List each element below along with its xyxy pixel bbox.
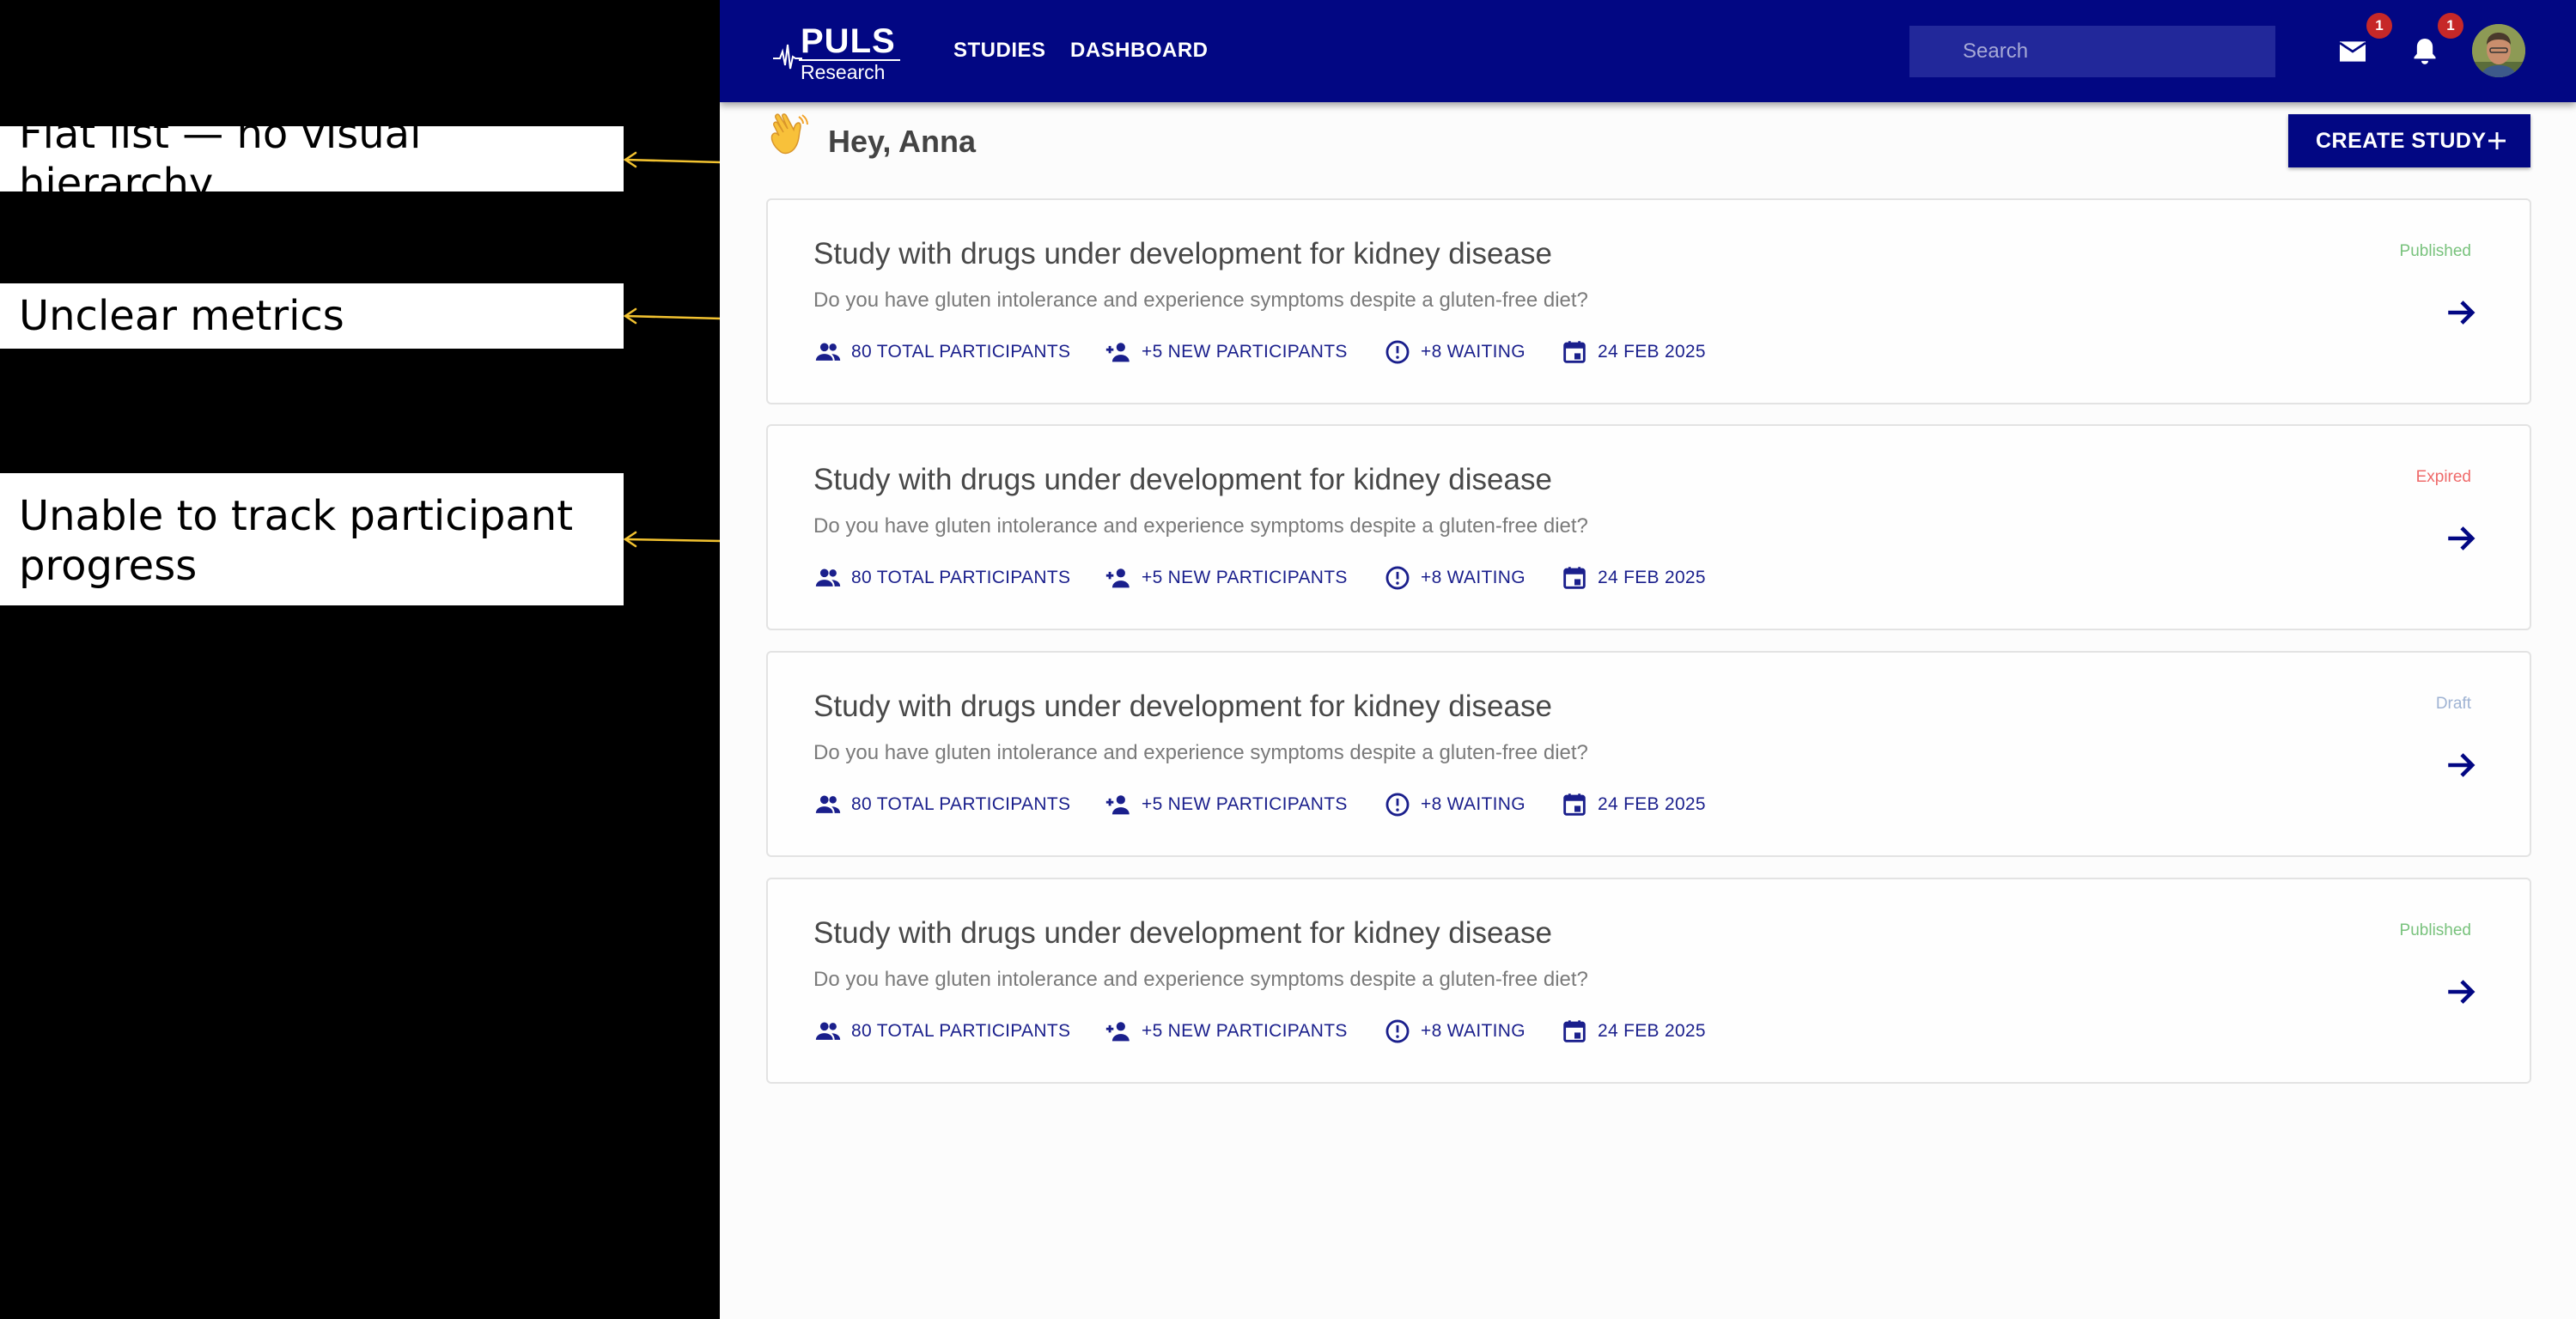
- create-study-button[interactable]: CREATE STUDY: [2288, 114, 2530, 167]
- annotation-flat-list: Flat list — no visual hierarchy: [0, 110, 624, 208]
- metric-waiting: +8 WAITING: [1383, 790, 1526, 819]
- person-add-icon: [1105, 1022, 1130, 1042]
- metric-label: +8 WAITING: [1421, 1021, 1526, 1041]
- metric-label: 24 FEB 2025: [1598, 342, 1706, 362]
- arrow-right-icon[interactable]: [2444, 520, 2480, 556]
- annotation-text: Unable to track participant progress: [19, 492, 574, 590]
- calendar-icon: [1563, 567, 1586, 589]
- arrow-right-icon[interactable]: [2444, 747, 2480, 783]
- plus-icon: [2488, 132, 2506, 149]
- metric-new-participants: +5 NEW PARTICIPANTS: [1104, 337, 1348, 367]
- arrow-right-icon[interactable]: [2444, 295, 2480, 331]
- annotation-arrow: [624, 158, 723, 164]
- metric-waiting: +8 WAITING: [1383, 563, 1526, 593]
- status-badge: Draft: [2435, 695, 2471, 713]
- arrow-right-icon[interactable]: [2444, 974, 2480, 1010]
- calendar-icon: [1563, 793, 1586, 816]
- group-icon: [815, 795, 841, 813]
- study-description: Do you have gluten intolerance and exper…: [813, 968, 1588, 991]
- metric-label: +8 WAITING: [1421, 342, 1526, 362]
- avatar-image: [2472, 24, 2525, 77]
- metric-total-participants: 80 TOTAL PARTICIPANTS: [813, 563, 1070, 593]
- study-description: Do you have gluten intolerance and exper…: [813, 741, 1588, 764]
- status-badge: Published: [2399, 242, 2471, 260]
- calendar-icon: [1563, 1020, 1586, 1042]
- group-icon: [815, 568, 841, 587]
- study-description: Do you have gluten intolerance and exper…: [813, 514, 1588, 538]
- person-add-icon: [1105, 343, 1130, 362]
- metric-date: 24 FEB 2025: [1560, 337, 1706, 367]
- metric-label: 24 FEB 2025: [1598, 568, 1706, 587]
- study-card[interactable]: Study with drugs under development for k…: [766, 878, 2531, 1084]
- metric-label: +8 WAITING: [1421, 568, 1526, 587]
- metric-label: +8 WAITING: [1421, 794, 1526, 814]
- study-card[interactable]: Study with drugs under development for k…: [766, 651, 2531, 857]
- metric-waiting: +8 WAITING: [1383, 1017, 1526, 1046]
- annotation-text: Unclear metrics: [19, 292, 344, 340]
- app-window: PULS Research STUDIES DASHBOARD 1 1: [720, 0, 2576, 1319]
- annotation-text: Flat list — no visual hierarchy: [19, 110, 422, 208]
- status-badge: Published: [2399, 921, 2471, 939]
- metric-total-participants: 80 TOTAL PARTICIPANTS: [813, 1017, 1070, 1046]
- mail-icon[interactable]: [2335, 34, 2371, 69]
- logo-title: PULS: [801, 22, 896, 60]
- alert-circle-icon: [1385, 340, 1410, 364]
- annotation-unclear-metrics: Unclear metrics: [0, 283, 624, 349]
- study-title: Study with drugs under development for k…: [813, 916, 1552, 950]
- bell-icon[interactable]: [2407, 34, 2443, 69]
- metric-date: 24 FEB 2025: [1560, 790, 1706, 819]
- metric-label: +5 NEW PARTICIPANTS: [1142, 1021, 1348, 1041]
- status-badge: Expired: [2415, 468, 2471, 486]
- alert-circle-icon: [1385, 793, 1410, 817]
- metric-label: 80 TOTAL PARTICIPANTS: [851, 794, 1071, 814]
- waving-hand-icon: [770, 113, 808, 155]
- study-title: Study with drugs under development for k…: [813, 463, 1552, 496]
- puls-research-logo[interactable]: PULS Research: [773, 22, 910, 83]
- study-card[interactable]: Study with drugs under development for k…: [766, 198, 2531, 404]
- screen: Flat list — no visual hierarchy Unclear …: [0, 0, 2576, 1319]
- user-avatar[interactable]: [2472, 24, 2525, 77]
- study-title: Study with drugs under development for k…: [813, 690, 1552, 723]
- logo-subtitle: Research: [801, 61, 886, 83]
- annotation-participant-progress: Unable to track participant progress: [0, 473, 624, 605]
- mail-count-badge: 1: [2366, 13, 2392, 39]
- metric-waiting: +8 WAITING: [1383, 337, 1526, 367]
- nav-studies[interactable]: STUDIES: [953, 38, 1046, 64]
- create-study-label: CREATE STUDY: [2316, 128, 2487, 153]
- metric-new-participants: +5 NEW PARTICIPANTS: [1104, 563, 1348, 593]
- metric-total-participants: 80 TOTAL PARTICIPANTS: [813, 790, 1070, 819]
- group-icon: [815, 343, 841, 361]
- notification-count-badge: 1: [2438, 13, 2463, 39]
- metric-date: 24 FEB 2025: [1560, 1017, 1706, 1046]
- metric-label: +5 NEW PARTICIPANTS: [1142, 342, 1348, 362]
- calendar-icon: [1563, 341, 1586, 363]
- pulse-wave-icon: [773, 44, 802, 70]
- greeting-text: Hey, Anna: [828, 124, 977, 159]
- search-input[interactable]: [1909, 26, 2275, 77]
- group-icon: [815, 1022, 841, 1040]
- annotation-arrow: [624, 314, 723, 320]
- study-title: Study with drugs under development for k…: [813, 237, 1552, 270]
- metric-label: +5 NEW PARTICIPANTS: [1142, 794, 1348, 814]
- nav-dashboard[interactable]: DASHBOARD: [1070, 38, 1209, 64]
- metric-new-participants: +5 NEW PARTICIPANTS: [1104, 790, 1348, 819]
- metric-total-participants: 80 TOTAL PARTICIPANTS: [813, 337, 1070, 367]
- metric-label: 24 FEB 2025: [1598, 794, 1706, 814]
- metric-label: 80 TOTAL PARTICIPANTS: [851, 342, 1071, 362]
- metric-label: 24 FEB 2025: [1598, 1021, 1706, 1041]
- annotation-arrow: [624, 538, 723, 543]
- person-add-icon: [1105, 795, 1130, 815]
- metric-label: +5 NEW PARTICIPANTS: [1142, 568, 1348, 587]
- metric-label: 80 TOTAL PARTICIPANTS: [851, 1021, 1071, 1041]
- metric-new-participants: +5 NEW PARTICIPANTS: [1104, 1017, 1348, 1046]
- top-navigation-bar: PULS Research STUDIES DASHBOARD 1 1: [720, 0, 2576, 102]
- person-add-icon: [1105, 568, 1130, 588]
- study-card[interactable]: Study with drugs under development for k…: [766, 424, 2531, 630]
- metric-label: 80 TOTAL PARTICIPANTS: [851, 568, 1071, 587]
- metric-date: 24 FEB 2025: [1560, 563, 1706, 593]
- study-description: Do you have gluten intolerance and exper…: [813, 289, 1588, 312]
- alert-circle-icon: [1385, 566, 1410, 590]
- alert-circle-icon: [1385, 1019, 1410, 1043]
